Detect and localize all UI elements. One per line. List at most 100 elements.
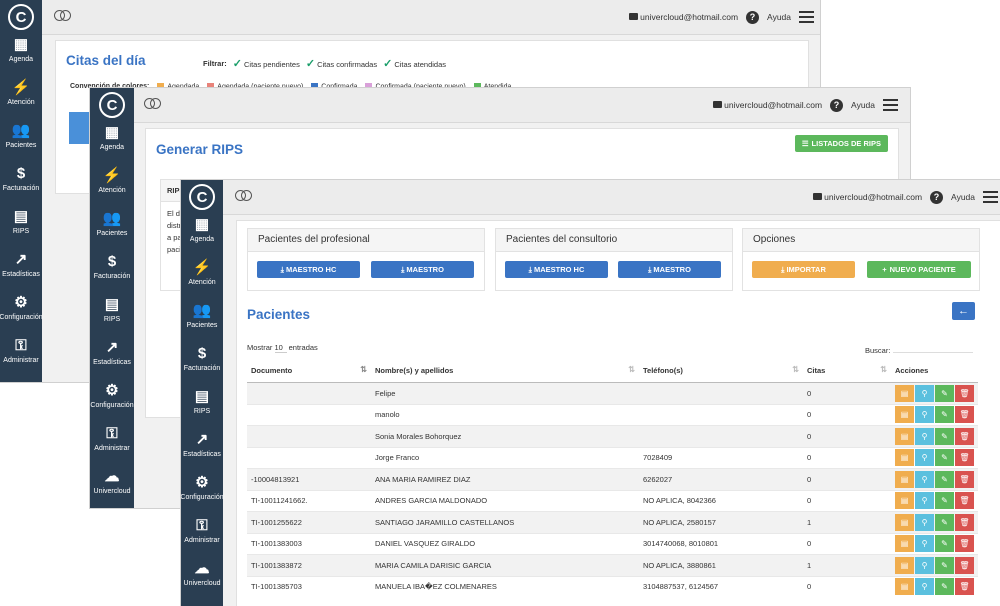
sidebar-item-agenda[interactable]: ▦ Agenda xyxy=(0,36,42,79)
rips-list-button[interactable]: ☰ LISTADOS DE RIPS xyxy=(794,135,888,152)
sidebar-item-rips[interactable]: ▤ RIPS xyxy=(181,388,223,431)
sidebar-item-atencion[interactable]: ⚡ Atención xyxy=(90,167,134,210)
edit-button[interactable]: ✎ xyxy=(935,406,954,424)
sidebar-item-univercloud[interactable]: ☁Univercloud xyxy=(90,468,134,508)
sidebar-item-configuracion[interactable]: ⚙ Configuración xyxy=(0,294,43,337)
delete-button[interactable]: 🗑 xyxy=(955,578,974,596)
sidebar-item-atencion[interactable]: ⚡ Atención xyxy=(0,79,42,122)
sidebar-item-rips[interactable]: ▤ RIPS xyxy=(0,208,42,251)
sidebar-item-configuracion[interactable]: ⚙ Configuración xyxy=(90,382,134,425)
sidebar-toggle-icon[interactable] xyxy=(144,98,162,109)
maestro-button[interactable]: ⤓ MAESTRO xyxy=(371,261,474,278)
importar-button[interactable]: ⤓ IMPORTAR xyxy=(752,261,855,278)
search-input[interactable] xyxy=(892,343,973,353)
filter-pendientes[interactable]: ✓ Citas pendientes xyxy=(233,57,300,70)
edit-button[interactable]: ✎ xyxy=(935,427,954,445)
delete-button[interactable]: 🗑 xyxy=(955,535,974,553)
user-email[interactable]: univercloud@hotmail.com xyxy=(629,12,738,22)
history-button[interactable]: ▤ xyxy=(895,470,914,488)
help-icon[interactable]: ? xyxy=(746,10,760,24)
delete-button[interactable]: 🗑 xyxy=(955,449,974,467)
user-email[interactable]: univercloud@hotmail.com xyxy=(813,192,922,202)
sidebar-item-atencion[interactable]: ⚡ Atención xyxy=(181,259,223,302)
history-button[interactable]: ▤ xyxy=(895,384,914,402)
maestro-hc-button[interactable]: ⤓ MAESTRO HC xyxy=(257,261,360,278)
app-logo[interactable]: C xyxy=(90,88,134,124)
delete-button[interactable]: 🗑 xyxy=(955,470,974,488)
history-button[interactable]: ▤ xyxy=(895,556,914,574)
delete-button[interactable]: 🗑 xyxy=(955,513,974,531)
filter-confirmadas[interactable]: ✓ Citas confirmadas xyxy=(306,57,377,70)
sidebar-item-rips[interactable]: ▤ RIPS xyxy=(90,296,134,339)
help-link[interactable]: Ayuda xyxy=(767,12,791,22)
sidebar-item-configuracion[interactable]: ⚙ Configuración xyxy=(181,474,224,517)
history-button[interactable]: ▤ xyxy=(895,492,914,510)
nuevo-paciente-button[interactable]: + NUEVO PACIENTE xyxy=(867,261,971,278)
sidebar-toggle-icon[interactable] xyxy=(54,10,72,21)
history-button[interactable]: ▤ xyxy=(895,578,914,596)
view-button[interactable]: ⚲ xyxy=(915,556,934,574)
user-email[interactable]: univercloud@hotmail.com xyxy=(713,100,822,110)
filter-atendidas[interactable]: ✓ Citas atendidas xyxy=(383,57,446,70)
history-button[interactable]: ▤ xyxy=(895,427,914,445)
view-button[interactable]: ⚲ xyxy=(915,427,934,445)
sidebar-item-administrar[interactable]: ⚿ Administrar xyxy=(90,425,134,468)
view-button[interactable]: ⚲ xyxy=(915,578,934,596)
help-icon[interactable]: ? xyxy=(930,190,944,204)
edit-button[interactable]: ✎ xyxy=(935,578,954,596)
view-button[interactable]: ⚲ xyxy=(915,384,934,402)
view-button[interactable]: ⚲ xyxy=(915,492,934,510)
app-logo[interactable]: C xyxy=(0,0,42,36)
menu-icon[interactable] xyxy=(799,10,814,24)
sidebar-item-univercloud[interactable]: ☁Univercloud xyxy=(0,380,42,382)
sidebar-item-administrar[interactable]: ⚿ Administrar xyxy=(0,337,42,380)
maestro-button[interactable]: ⤓ MAESTRO xyxy=(618,261,721,278)
sidebar-item-agenda[interactable]: ▦ Agenda xyxy=(181,216,223,259)
help-icon[interactable]: ? xyxy=(830,98,844,112)
sidebar-item-univercloud[interactable]: ☁Univercloud xyxy=(181,560,223,603)
maestro-hc-button[interactable]: ⤓ MAESTRO HC xyxy=(505,261,608,278)
sidebar-item-estadisticas[interactable]: ↗ Estadísticas xyxy=(0,251,42,294)
history-button[interactable]: ▤ xyxy=(895,535,914,553)
sidebar-item-agenda[interactable]: ▦ Agenda xyxy=(90,124,134,167)
view-button[interactable]: ⚲ xyxy=(915,513,934,531)
col-citas[interactable]: Citas ⇅ xyxy=(803,359,891,383)
sidebar-item-pacientes[interactable]: 👥 Pacientes xyxy=(181,302,223,345)
sidebar-item-estadisticas[interactable]: ↗ Estadísticas xyxy=(90,339,134,382)
menu-icon[interactable] xyxy=(983,190,998,204)
delete-button[interactable]: 🗑 xyxy=(955,384,974,402)
sidebar-item-pacientes[interactable]: 👥 Pacientes xyxy=(0,122,42,165)
sidebar-item-facturacion[interactable]: $ Facturación xyxy=(181,345,223,388)
sidebar-toggle-icon[interactable] xyxy=(235,190,253,201)
back-button[interactable]: ← xyxy=(952,302,975,320)
col-nombre[interactable]: Nombre(s) y apellidos ⇅ xyxy=(371,359,639,383)
help-link[interactable]: Ayuda xyxy=(851,100,875,110)
delete-button[interactable]: 🗑 xyxy=(955,556,974,574)
page-length-select[interactable]: 10 xyxy=(274,343,287,353)
sidebar-item-facturacion[interactable]: $ Facturación xyxy=(90,253,134,296)
sidebar-item-administrar[interactable]: ⚿ Administrar xyxy=(181,517,223,560)
edit-button[interactable]: ✎ xyxy=(935,449,954,467)
col-telefono[interactable]: Teléfono(s) ⇅ xyxy=(639,359,803,383)
delete-button[interactable]: 🗑 xyxy=(955,492,974,510)
edit-button[interactable]: ✎ xyxy=(935,535,954,553)
delete-button[interactable]: 🗑 xyxy=(955,406,974,424)
delete-button[interactable]: 🗑 xyxy=(955,427,974,445)
sidebar-item-pacientes[interactable]: 👥 Pacientes xyxy=(90,210,134,253)
history-button[interactable]: ▤ xyxy=(895,449,914,467)
edit-button[interactable]: ✎ xyxy=(935,556,954,574)
sidebar-item-estadisticas[interactable]: ↗ Estadísticas xyxy=(181,431,223,474)
app-logo[interactable]: C xyxy=(181,180,223,216)
view-button[interactable]: ⚲ xyxy=(915,470,934,488)
view-button[interactable]: ⚲ xyxy=(915,406,934,424)
edit-button[interactable]: ✎ xyxy=(935,513,954,531)
view-button[interactable]: ⚲ xyxy=(915,449,934,467)
edit-button[interactable]: ✎ xyxy=(935,492,954,510)
history-button[interactable]: ▤ xyxy=(895,406,914,424)
edit-button[interactable]: ✎ xyxy=(935,384,954,402)
help-link[interactable]: Ayuda xyxy=(951,192,975,202)
edit-button[interactable]: ✎ xyxy=(935,470,954,488)
menu-icon[interactable] xyxy=(883,98,898,112)
sidebar-item-facturacion[interactable]: $ Facturación xyxy=(0,165,42,208)
history-button[interactable]: ▤ xyxy=(895,513,914,531)
